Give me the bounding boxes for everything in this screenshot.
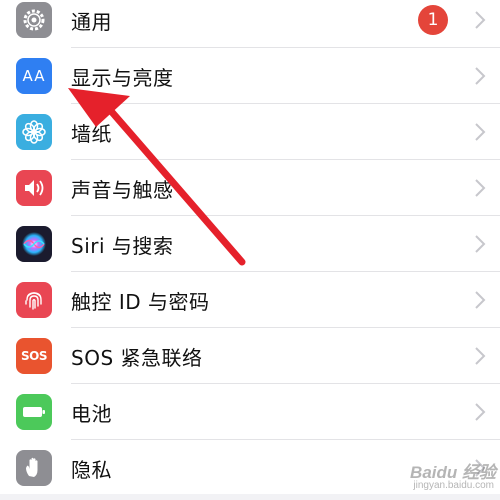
settings-row-label: 声音与触感	[71, 177, 174, 202]
watermark-subtext: jingyan.baidu.com	[413, 480, 494, 491]
settings-row-siri-search[interactable]: Siri 与搜索	[0, 216, 500, 272]
settings-row-emergency-sos[interactable]: SOS SOS 紧急联络	[0, 328, 500, 384]
settings-row-label: 显示与亮度	[71, 65, 174, 90]
speaker-icon	[16, 170, 52, 206]
notification-badge: 1	[418, 5, 448, 35]
settings-row-general[interactable]: 通用 1	[0, 0, 500, 48]
chevron-right-icon	[475, 403, 486, 421]
settings-row-label: Siri 与搜索	[71, 233, 174, 258]
settings-row-label: 通用	[71, 9, 112, 34]
settings-row-label: SOS 紧急联络	[71, 345, 203, 370]
text-size-icon-label: AA	[22, 67, 46, 85]
chevron-right-icon	[475, 123, 486, 141]
settings-row-sounds-haptics[interactable]: 声音与触感	[0, 160, 500, 216]
chevron-right-icon	[475, 235, 486, 253]
baidu-watermark: Baidu 经验 jingyan.baidu.com	[366, 458, 496, 498]
gear-icon	[16, 2, 52, 38]
flower-icon	[16, 114, 52, 150]
sos-icon: SOS	[16, 338, 52, 374]
settings-list: 通用 1 AA 显示与亮度 墙纸 声音与触感 Siri 与搜索 触控 ID 与密…	[0, 0, 500, 496]
chevron-right-icon	[475, 347, 486, 365]
sos-icon-label: SOS	[21, 349, 48, 363]
settings-row-label: 隐私	[71, 457, 112, 482]
fingerprint-icon	[16, 282, 52, 318]
chevron-right-icon	[475, 67, 486, 85]
settings-row-wallpaper[interactable]: 墙纸	[0, 104, 500, 160]
chevron-right-icon	[475, 179, 486, 197]
settings-row-touch-id[interactable]: 触控 ID 与密码	[0, 272, 500, 328]
battery-icon	[16, 394, 52, 430]
text-size-icon: AA	[16, 58, 52, 94]
settings-row-label: 墙纸	[71, 121, 112, 146]
chevron-right-icon	[475, 11, 486, 29]
settings-row-label: 电池	[71, 401, 112, 426]
settings-row-display-brightness[interactable]: AA 显示与亮度	[0, 48, 500, 104]
settings-row-label: 触控 ID 与密码	[71, 289, 210, 314]
hand-icon	[16, 450, 52, 486]
settings-row-battery[interactable]: 电池	[0, 384, 500, 440]
siri-icon	[16, 226, 52, 262]
chevron-right-icon	[475, 291, 486, 309]
